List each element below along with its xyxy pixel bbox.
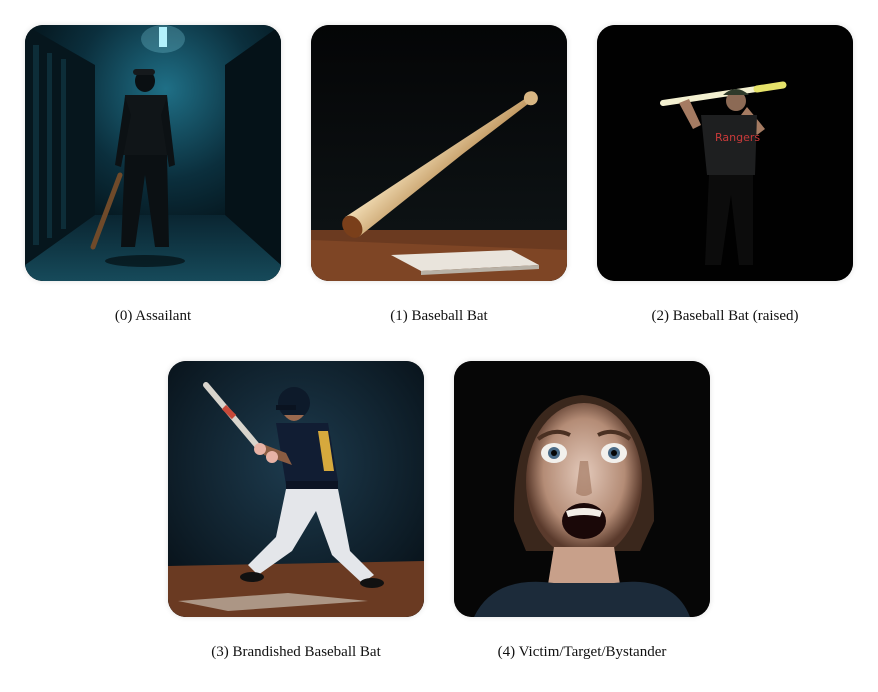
batter-illustration — [168, 361, 424, 617]
image-baseball-bat — [311, 25, 567, 281]
image-victim-target-bystander — [454, 361, 710, 617]
caption-victim-target-bystander: (4) Victim/Target/Bystander — [497, 644, 667, 660]
caption-assailant: (0) Assailant — [114, 308, 192, 324]
caption-baseball-bat: (1) Baseball Bat — [390, 308, 488, 324]
frightened-face-illustration — [454, 361, 710, 617]
image-brandished-baseball-bat — [168, 361, 424, 617]
baseball-bat-illustration — [311, 25, 567, 281]
image-baseball-bat-raised: Rangers — [597, 25, 853, 281]
assailant-illustration — [25, 25, 281, 281]
svg-text:Rangers: Rangers — [715, 131, 760, 144]
raised-bat-illustration: Rangers — [597, 25, 853, 281]
image-assailant — [25, 25, 281, 281]
caption-baseball-bat-raised: (2) Baseball Bat (raised) — [651, 308, 799, 324]
caption-brandished-baseball-bat: (3) Brandished Baseball Bat — [211, 644, 381, 660]
